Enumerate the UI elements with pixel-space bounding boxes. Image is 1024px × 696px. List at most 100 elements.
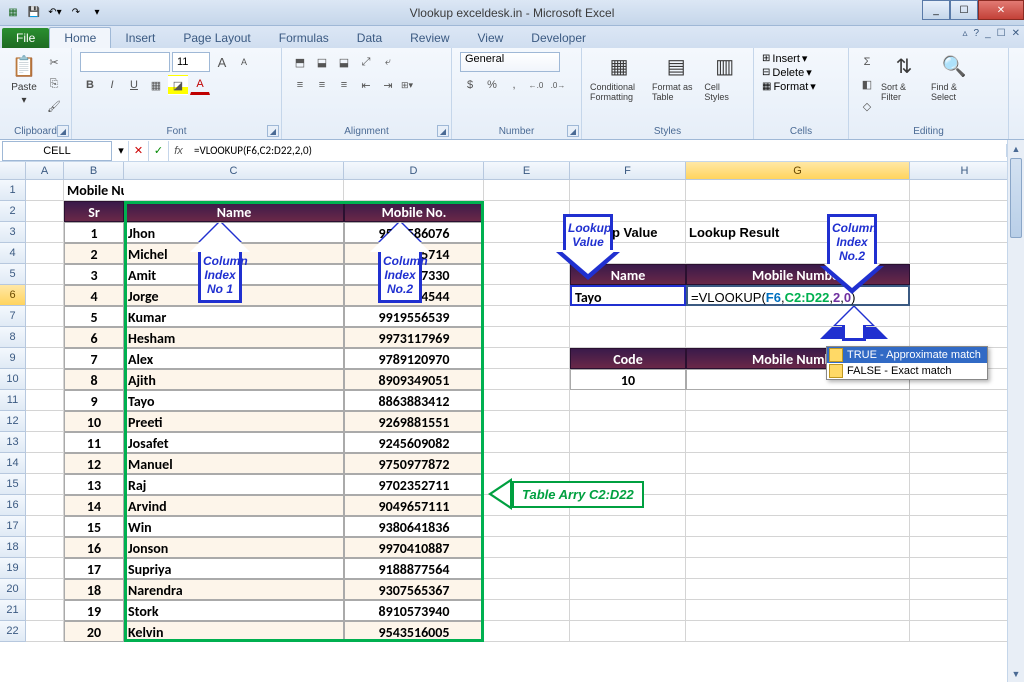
cell-C2[interactable]: Name (124, 201, 344, 222)
format-button[interactable]: ▦ Format ▾ (762, 80, 816, 93)
cell-F20[interactable] (570, 579, 686, 600)
col-header-b[interactable]: B (64, 162, 124, 179)
tab-view[interactable]: View (464, 28, 518, 48)
file-tab[interactable]: File (2, 28, 49, 48)
cell-H6[interactable] (910, 285, 1020, 306)
fx-button[interactable]: fx (168, 141, 188, 161)
cell-A7[interactable] (26, 306, 64, 327)
doc-minimize-button[interactable]: _ (985, 28, 991, 39)
cell-B4[interactable]: 2 (64, 243, 124, 264)
cell-C20[interactable]: Narendra (124, 579, 344, 600)
cell-E1[interactable] (484, 180, 570, 201)
row-header[interactable]: 3 (0, 222, 26, 243)
intellisense-option-false[interactable]: FALSE - Exact match (827, 363, 987, 379)
cell-F18[interactable] (570, 537, 686, 558)
col-header-h[interactable]: H (910, 162, 1020, 179)
cell-D13[interactable]: 9245609082 (344, 432, 484, 453)
row-header[interactable]: 13 (0, 432, 26, 453)
paste-button[interactable]: 📋Paste▾ (8, 52, 40, 106)
cell-C9[interactable]: Alex (124, 348, 344, 369)
cell-F11[interactable] (570, 390, 686, 411)
cell-E9[interactable] (484, 348, 570, 369)
cell-E4[interactable] (484, 243, 570, 264)
cell-H21[interactable] (910, 600, 1020, 621)
sort-filter-button[interactable]: ⇅Sort & Filter (881, 52, 927, 102)
doc-restore-button[interactable]: ☐ (997, 28, 1006, 39)
cell-C16[interactable]: Arvind (124, 495, 344, 516)
cell-G19[interactable] (686, 558, 910, 579)
cell-G11[interactable] (686, 390, 910, 411)
cell-B16[interactable]: 14 (64, 495, 124, 516)
cell-A8[interactable] (26, 327, 64, 348)
bold-button[interactable]: B (80, 75, 100, 95)
col-header-c[interactable]: C (124, 162, 344, 179)
cell-D2[interactable]: Mobile No. (344, 201, 484, 222)
cell-H1[interactable] (910, 180, 1020, 201)
scroll-down-icon[interactable]: ▼ (1008, 665, 1024, 682)
cell-F8[interactable] (570, 327, 686, 348)
cell-G8[interactable] (686, 327, 910, 348)
cell-G15[interactable] (686, 474, 910, 495)
cell-E8[interactable] (484, 327, 570, 348)
cell-B22[interactable]: 20 (64, 621, 124, 642)
cell-B15[interactable]: 13 (64, 474, 124, 495)
cell-D1[interactable] (344, 180, 484, 201)
cell-H2[interactable] (910, 201, 1020, 222)
minimize-button[interactable]: _ (922, 0, 950, 20)
col-header-a[interactable]: A (26, 162, 64, 179)
cell-H8[interactable] (910, 327, 1020, 348)
currency-button[interactable]: $ (460, 75, 480, 95)
find-select-button[interactable]: 🔍Find & Select (931, 52, 977, 102)
clear-button[interactable]: ◇ (857, 96, 877, 116)
row-header[interactable]: 17 (0, 516, 26, 537)
row-header[interactable]: 22 (0, 621, 26, 642)
cell-A9[interactable] (26, 348, 64, 369)
cell-E13[interactable] (484, 432, 570, 453)
row-header[interactable]: 16 (0, 495, 26, 516)
cell-C6[interactable]: Jorge (124, 285, 344, 306)
cancel-button[interactable]: ✕ (128, 141, 148, 161)
col-header-e[interactable]: E (484, 162, 570, 179)
cell-E22[interactable] (484, 621, 570, 642)
fill-button[interactable]: ◧ (857, 74, 877, 94)
cut-button[interactable]: ✂ (44, 52, 64, 72)
cell-B13[interactable]: 11 (64, 432, 124, 453)
cell-B9[interactable]: 7 (64, 348, 124, 369)
cell-A2[interactable] (26, 201, 64, 222)
cell-C17[interactable]: Win (124, 516, 344, 537)
row-header[interactable]: 14 (0, 453, 26, 474)
worksheet-grid[interactable]: A B C D E F G H 1Mobile Number List2SrNa… (0, 162, 1024, 688)
redo-icon[interactable]: ↷ (67, 4, 85, 22)
cell-F4[interactable] (570, 243, 686, 264)
cell-B3[interactable]: 1 (64, 222, 124, 243)
increase-decimal-button[interactable]: ←.0 (526, 75, 546, 95)
row-header[interactable]: 4 (0, 243, 26, 264)
cell-D9[interactable]: 9789120970 (344, 348, 484, 369)
cell-A1[interactable] (26, 180, 64, 201)
cell-D6[interactable]: 9712594544 (344, 285, 484, 306)
close-button[interactable]: ✕ (978, 0, 1024, 20)
cell-A13[interactable] (26, 432, 64, 453)
cell-D19[interactable]: 9188877564 (344, 558, 484, 579)
number-expand-icon[interactable]: ◢ (567, 125, 579, 137)
row-header[interactable]: 20 (0, 579, 26, 600)
tab-data[interactable]: Data (343, 28, 396, 48)
cell-C19[interactable]: Supriya (124, 558, 344, 579)
tab-review[interactable]: Review (396, 28, 463, 48)
row-header[interactable]: 10 (0, 369, 26, 390)
cell-D7[interactable]: 9919556539 (344, 306, 484, 327)
cell-D15[interactable]: 9702352711 (344, 474, 484, 495)
cell-C4[interactable]: Michel (124, 243, 344, 264)
cell-G1[interactable] (686, 180, 910, 201)
cell-C7[interactable]: Kumar (124, 306, 344, 327)
cell-C13[interactable]: Josafet (124, 432, 344, 453)
cell-H11[interactable] (910, 390, 1020, 411)
row-header[interactable]: 15 (0, 474, 26, 495)
copy-button[interactable]: ⎘ (44, 74, 64, 94)
qat-customize-icon[interactable]: ▾ (88, 4, 106, 22)
cell-B8[interactable]: 6 (64, 327, 124, 348)
row-header[interactable]: 18 (0, 537, 26, 558)
clipboard-expand-icon[interactable]: ◢ (57, 125, 69, 137)
cell-F10[interactable]: 10 (570, 369, 686, 390)
cell-D8[interactable]: 9973117969 (344, 327, 484, 348)
